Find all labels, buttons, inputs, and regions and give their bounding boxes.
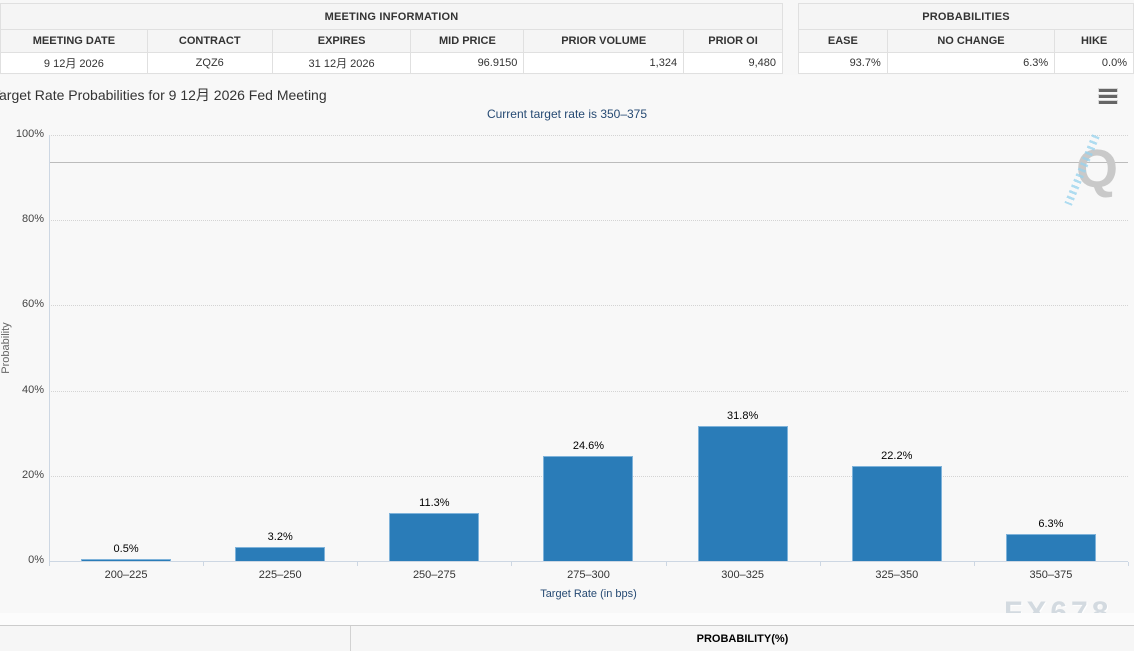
x-axis-tick [1128, 562, 1129, 566]
probabilities-value-row: 93.7% 6.3% 0.0% [799, 53, 1134, 74]
col-header-no-change: NO CHANGE [887, 30, 1054, 53]
bar-275-300[interactable] [543, 456, 633, 561]
hamburger-menu-icon[interactable] [1098, 88, 1118, 104]
probabilities-section-title: PROBABILITIES [799, 4, 1134, 30]
hike-value: 0.0% [1055, 53, 1134, 74]
bar-250-275[interactable] [389, 513, 479, 561]
hamburger-bar [1098, 94, 1118, 98]
x-tick-label: 350–375 [974, 569, 1128, 581]
bar-column-250-275: 11.3% [357, 135, 511, 561]
contract-value: ZQZ6 [147, 53, 272, 74]
prior-volume-value: 1,324 [524, 53, 684, 74]
meeting-information-table: MEETING INFORMATION MEETING DATE CONTRAC… [0, 3, 783, 74]
bar-series: 0.5% 3.2% 11.3% 24.6% 31.8% 22.2% [49, 135, 1128, 561]
meeting-date-value: 9 12月 2026 [1, 53, 148, 74]
col-header-mid-price: MID PRICE [411, 30, 524, 53]
probabilities-header-row: EASE NO CHANGE HIKE [799, 30, 1134, 53]
bar-column-350-375: 6.3% [974, 135, 1128, 561]
bar-350-375[interactable] [1006, 534, 1096, 561]
data-label: 24.6% [573, 440, 604, 452]
data-label: 22.2% [881, 450, 912, 462]
probability-header-cell: PROBABILITY(%) [351, 626, 1134, 651]
col-header-ease: EASE [799, 30, 888, 53]
bar-300-325[interactable] [698, 426, 788, 561]
meeting-information-value-row: 9 12月 2026 ZQZ6 31 12月 2026 96.9150 1,32… [1, 53, 783, 74]
x-axis-labels: 200–225 225–250 250–275 275–300 300–325 … [49, 569, 1128, 581]
x-axis-ticks [49, 561, 1128, 566]
col-header-hike: HIKE [1055, 30, 1134, 53]
mid-price-value: 96.9150 [411, 53, 524, 74]
x-tick-label: 250–275 [357, 569, 511, 581]
hamburger-bar [1098, 88, 1118, 92]
col-header-expires: EXPIRES [272, 30, 411, 53]
col-header-prior-oi: PRIOR OI [684, 30, 783, 53]
x-axis-tick [666, 562, 667, 566]
y-axis-title: Probability [0, 135, 14, 561]
bar-column-300-325: 31.8% [666, 135, 820, 561]
probability-table-corner-cell [0, 626, 351, 651]
col-header-meeting-date: MEETING DATE [1, 30, 148, 53]
fedwatch-page: MEETING INFORMATION MEETING DATE CONTRAC… [0, 0, 1134, 651]
prior-oi-value: 9,480 [684, 53, 783, 74]
bar-325-350[interactable] [852, 466, 942, 561]
x-axis-tick [49, 562, 50, 566]
meeting-information-header-row: MEETING DATE CONTRACT EXPIRES MID PRICE … [1, 30, 783, 53]
meeting-information-section-title: MEETING INFORMATION [1, 4, 783, 30]
x-axis-title: Target Rate (in bps) [49, 588, 1128, 600]
data-label: 3.2% [268, 531, 293, 543]
probability-table-header: PROBABILITY(%) [0, 625, 1134, 651]
bar-column-200-225: 0.5% [49, 135, 203, 561]
hamburger-bar [1098, 100, 1118, 104]
x-axis-tick [511, 562, 512, 566]
data-label: 31.8% [727, 410, 758, 422]
data-label: 11.3% [419, 497, 449, 509]
col-header-prior-volume: PRIOR VOLUME [524, 30, 684, 53]
bar-column-275-300: 24.6% [511, 135, 665, 561]
bar-column-225-250: 3.2% [203, 135, 357, 561]
no-change-value: 6.3% [887, 53, 1054, 74]
x-axis-tick [820, 562, 821, 566]
x-tick-label: 300–325 [666, 569, 820, 581]
chart-title: Target Rate Probabilities for 9 12月 2026… [0, 85, 327, 105]
x-axis-tick [203, 562, 204, 566]
x-axis-tick [974, 562, 975, 566]
x-tick-label: 275–300 [511, 569, 665, 581]
ease-value: 93.7% [799, 53, 888, 74]
chart-subtitle: Current target rate is 350–375 [0, 107, 1134, 121]
col-header-contract: CONTRACT [147, 30, 272, 53]
x-tick-label: 225–250 [203, 569, 357, 581]
x-tick-label: 325–350 [820, 569, 974, 581]
bar-column-325-350: 22.2% [820, 135, 974, 561]
bar-225-250[interactable] [235, 547, 325, 561]
target-rate-chart: Target Rate Probabilities for 9 12月 2026… [0, 75, 1134, 615]
x-tick-label: 200–225 [49, 569, 203, 581]
data-label: 6.3% [1038, 518, 1063, 530]
probabilities-table: PROBABILITIES EASE NO CHANGE HIKE 93.7% … [798, 3, 1134, 74]
section-gap [0, 613, 1134, 625]
expires-value: 31 12月 2026 [272, 53, 411, 74]
data-label: 0.5% [114, 543, 139, 555]
x-axis-tick [357, 562, 358, 566]
